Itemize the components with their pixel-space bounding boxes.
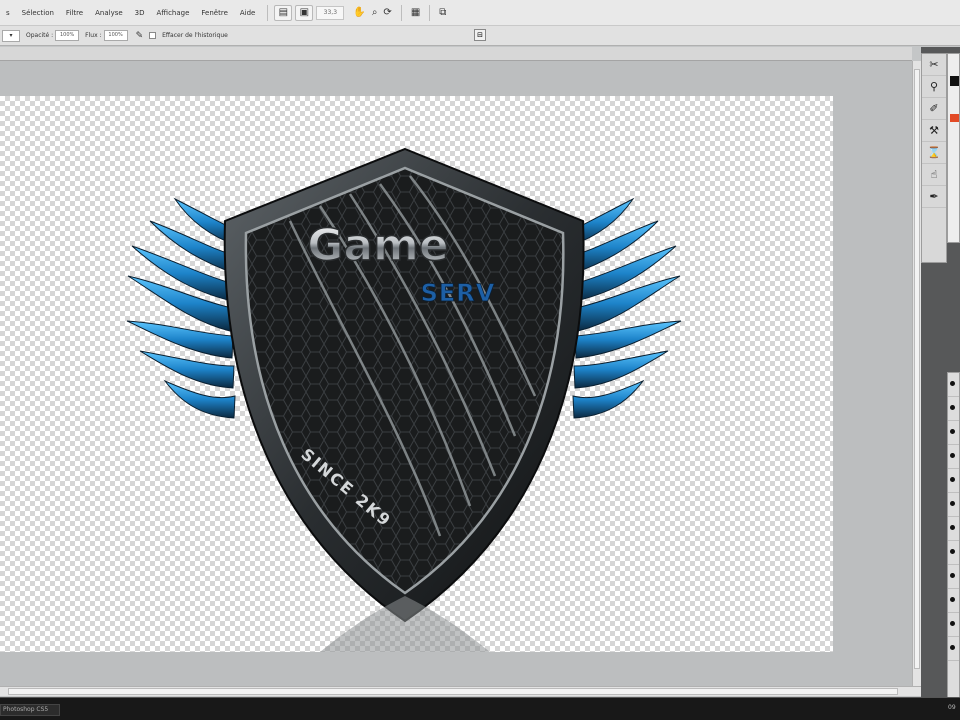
smudge-icon[interactable]: ☝ (922, 164, 946, 186)
document-canvas[interactable]: Game SERV SINCE 2K9 (0, 96, 833, 652)
menu-item-help[interactable]: Aide (234, 0, 261, 26)
menu-item-window[interactable]: Fenêtre (195, 0, 233, 26)
options-bar: ▾ Opacité : 100% Flux : 100% ✎ Effacer d… (0, 26, 960, 46)
panel-icon-strip: ✂ ⚲ ✐ ⚒ ⌛ ☝ ✒ (921, 53, 947, 263)
eye-icon[interactable] (950, 477, 955, 482)
arrange-icon[interactable]: ▦ (411, 7, 420, 18)
opacity-input[interactable]: 100% (55, 30, 80, 41)
layer-row[interactable] (948, 421, 959, 445)
eye-icon[interactable] (950, 597, 955, 602)
eye-icon[interactable] (950, 525, 955, 530)
logo-title-text: Game (307, 220, 449, 271)
eye-icon[interactable] (950, 573, 955, 578)
opacity-label: Opacité : (26, 32, 54, 39)
menu-item-view[interactable]: Affichage (151, 0, 196, 26)
tool-presets-icon[interactable]: ⚒ (922, 120, 946, 142)
layer-row[interactable] (948, 613, 959, 637)
rotate-icon[interactable]: ⟳ (383, 7, 391, 18)
layer-row[interactable] (948, 517, 959, 541)
view-extras-icon[interactable]: ⧉ (439, 7, 446, 18)
horizontal-scrollbar[interactable] (0, 686, 921, 696)
layer-row[interactable] (948, 493, 959, 517)
taskbar-clock: 09 (948, 704, 956, 711)
color-panel (947, 53, 960, 243)
scissors-icon[interactable]: ✂ (922, 54, 946, 76)
horizontal-scroll-thumb[interactable] (8, 688, 898, 695)
layer-row[interactable] (948, 469, 959, 493)
background-color-swatch[interactable] (950, 114, 959, 122)
eye-icon[interactable] (950, 381, 955, 386)
eye-icon[interactable] (950, 645, 955, 650)
eye-icon[interactable] (950, 549, 955, 554)
document-tab-bar (0, 47, 912, 61)
layer-row[interactable] (948, 373, 959, 397)
history-icon[interactable]: ⌛ (922, 142, 946, 164)
flow-label: Flux : (85, 32, 102, 39)
layer-row[interactable] (948, 445, 959, 469)
layers-panel (947, 372, 960, 702)
eye-icon[interactable] (950, 453, 955, 458)
shield-reflection (320, 596, 490, 652)
layout-icon[interactable]: ▤ (274, 4, 293, 21)
erase-history-checkbox[interactable] (149, 32, 157, 39)
stamp-icon[interactable]: ⚲ (922, 76, 946, 98)
toolbar-separator (429, 4, 431, 21)
erase-history-label: Effacer de l'historique (162, 32, 228, 39)
zoom-icon[interactable]: ⌕ (372, 7, 378, 18)
airbrush-icon[interactable]: ✎ (136, 31, 144, 41)
taskbar-app-button[interactable]: Photoshop CS5 (0, 704, 60, 716)
menu-item-selection[interactable]: Sélection (16, 0, 60, 26)
right-panel-dock: ✂ ⚲ ✐ ⚒ ⌛ ☝ ✒ (921, 47, 960, 702)
eye-icon[interactable] (950, 405, 955, 410)
toolbar-separator (400, 4, 402, 21)
tool-preset-picker[interactable]: ▾ (2, 29, 20, 42)
vertical-scroll-thumb[interactable] (914, 69, 920, 669)
menu-item-analyse[interactable]: Analyse (89, 0, 129, 26)
menu-item-3d[interactable]: 3D (129, 0, 151, 26)
foreground-color-swatch[interactable] (950, 76, 959, 86)
brush-settings-icon[interactable]: ✐ (922, 98, 946, 120)
menu-item-edition[interactable]: s (0, 0, 16, 26)
layer-row[interactable] (948, 565, 959, 589)
photoshop-window: s Sélection Filtre Analyse 3D Affichage … (0, 0, 960, 720)
flow-input[interactable]: 100% (103, 30, 128, 41)
menu-bar: s Sélection Filtre Analyse 3D Affichage … (0, 0, 960, 26)
left-wing (126, 197, 241, 419)
vertical-scrollbar[interactable] (912, 61, 921, 689)
eye-icon[interactable] (950, 501, 955, 506)
layer-row[interactable] (948, 397, 959, 421)
logo-subtitle-text: SERV (421, 279, 496, 307)
panel-toggle-icon[interactable]: ⊟ (474, 29, 486, 41)
toolbar-separator (267, 4, 269, 21)
hand-icon[interactable]: ✋ (353, 7, 365, 18)
layer-row[interactable] (948, 589, 959, 613)
right-wing (567, 197, 682, 419)
menu-item-filter[interactable]: Filtre (60, 0, 89, 26)
pen-icon[interactable]: ✒ (922, 186, 946, 208)
eye-icon[interactable] (950, 429, 955, 434)
shield-logo-artwork: Game SERV SINCE 2K9 (126, 147, 682, 652)
eye-icon[interactable] (950, 621, 955, 626)
workspace: Game SERV SINCE 2K9 (0, 61, 912, 686)
taskbar: Photoshop CS5 09 (0, 697, 960, 720)
zoom-level-select[interactable]: 33,3 (316, 5, 345, 20)
layer-row[interactable] (948, 541, 959, 565)
screen-mode-icon[interactable]: ▣ (295, 4, 314, 21)
layer-row[interactable] (948, 637, 959, 661)
